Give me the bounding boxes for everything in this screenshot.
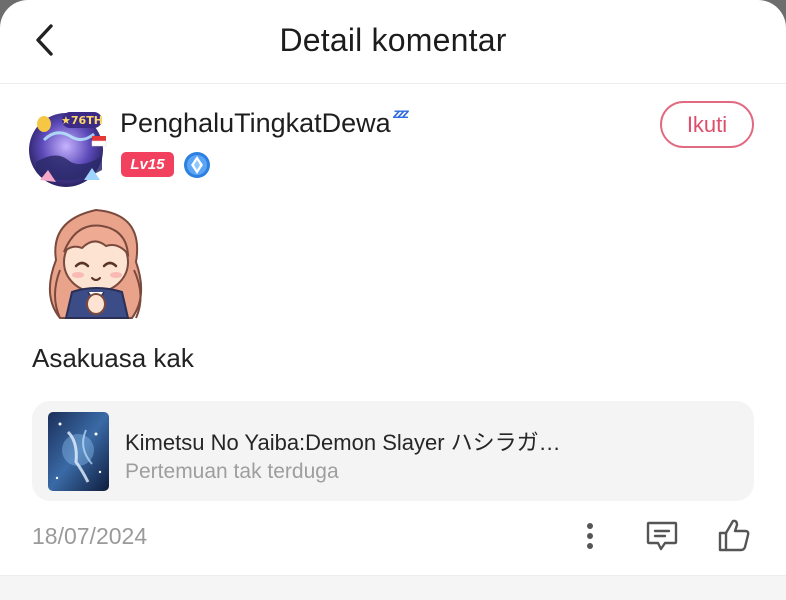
section-divider [0, 575, 786, 600]
page-title: Detail komentar [279, 22, 507, 58]
book-cover-image [48, 412, 109, 491]
comment-icon [646, 521, 678, 551]
chapter-title: Pertemuan tak terduga [125, 460, 339, 483]
thumbs-up-icon [718, 519, 750, 552]
top-bar: Detail komentar [0, 0, 786, 84]
sticker-image [36, 200, 160, 324]
book-card[interactable]: Kimetsu No Yaiba:Demon Slayer ハシラガ… Pert… [32, 401, 754, 501]
reply-button[interactable] [643, 516, 681, 556]
username-text: PenghaluTingkatDewa [120, 108, 391, 138]
zzz-sleep-icon: ᶻᶻᶻ [392, 106, 409, 128]
book-title: Kimetsu No Yaiba:Demon Slayer ハシラガ… [125, 430, 561, 455]
diamond-badge-icon [183, 151, 211, 179]
comment-text: Asakuasa kak [32, 343, 194, 373]
more-options-button[interactable] [575, 516, 605, 556]
avatar[interactable]: ★76TH [26, 110, 110, 190]
like-button[interactable] [714, 513, 754, 557]
follow-button[interactable]: Ikuti [660, 101, 754, 148]
level-badge: Lv15 [121, 152, 174, 177]
username[interactable]: PenghaluTingkatDewa ᶻᶻᶻ [120, 106, 409, 139]
more-vertical-icon [587, 523, 593, 549]
comment-date: 18/07/2024 [32, 523, 148, 549]
svg-text:★76TH: ★76TH [61, 114, 103, 127]
comment-detail-screen: Detail komentar ★76TH PenghaluTingkatDew… [0, 0, 786, 600]
